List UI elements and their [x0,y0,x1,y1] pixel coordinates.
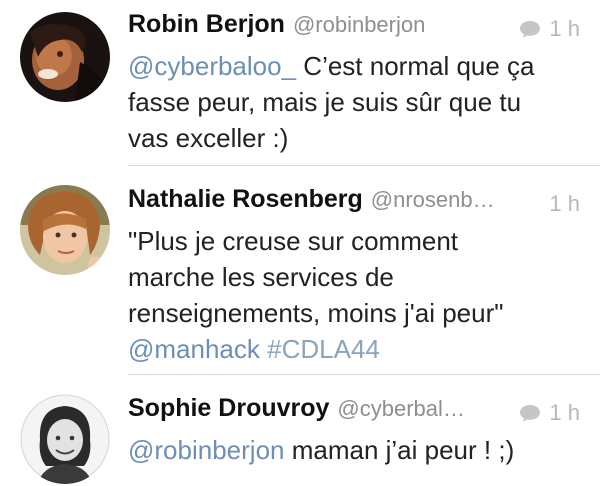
tweet-meta: 1 h [519,400,580,426]
author-name[interactable]: Sophie Drouvroy [128,394,329,423]
tweet-text-fragment: vas exceller :) [128,123,289,153]
tweet-item[interactable]: Nathalie Rosenberg @nrosenb… 1 h "Plus j… [0,185,600,365]
divider [128,374,600,375]
author-handle[interactable]: @nrosenb… [371,187,495,213]
tweet-header: Nathalie Rosenberg @nrosenb… [128,185,586,223]
tweet-text-fragment: marche les services de [128,262,394,292]
reply-icon[interactable] [519,20,541,38]
tweet-text-fragment: "Plus je creuse sur comment [128,226,459,256]
author-handle[interactable]: @cyberbal… [337,396,465,422]
author-name[interactable]: Robin Berjon [128,10,285,39]
tweet-time: 1 h [549,16,580,41]
tweet-body: Nathalie Rosenberg @nrosenb… 1 h "Plus j… [128,185,586,367]
tweet-text-fragment: fasse peur, mais je suis sûr que tu [128,87,522,117]
avatar-robin-icon [20,12,110,102]
tweet-meta: 1 h [549,191,580,217]
tweet-text: "Plus je creuse sur comment marche les se… [128,223,586,367]
hashtag-link[interactable]: #CDLA44 [267,334,380,364]
mention-link[interactable]: @robinberjon [128,435,284,465]
avatar[interactable] [20,394,110,484]
tweet-body: Sophie Drouvroy @cyberbal… 1 h @robinber… [128,394,586,468]
tweet-item[interactable]: Sophie Drouvroy @cyberbal… 1 h @robinber… [0,394,600,486]
tweet-time: 1 h [549,400,580,425]
mention-link[interactable]: @cyberbaloo_ [128,51,296,81]
avatar-nathalie-icon [20,185,110,275]
avatar[interactable] [20,185,110,275]
tweet-text: @robinberjon maman j’ai peur ! ;) [128,432,586,468]
avatar-sophie-icon [20,394,110,484]
tweet-text: @cyberbaloo_ C’est normal que ça fasse pe… [128,48,586,156]
tweet-text-fragment: maman j’ai peur ! ;) [284,435,515,465]
tweet-header: Robin Berjon @robinberjon [128,10,586,48]
divider [128,165,600,166]
tweet-item[interactable]: Robin Berjon @robinberjon 1 h @cyberbalo… [0,10,600,170]
tweet-text-fragment: C’est normal que ça [296,51,535,81]
tweet-timeline: Robin Berjon @robinberjon 1 h @cyberbalo… [0,0,600,486]
author-handle[interactable]: @robinberjon [293,12,425,38]
mention-link[interactable]: @manhack [128,334,260,364]
tweet-header: Sophie Drouvroy @cyberbal… [128,394,586,432]
tweet-text-fragment: renseignements, moins j'ai peur" [128,298,504,328]
tweet-body: Robin Berjon @robinberjon 1 h @cyberbalo… [128,10,586,156]
reply-icon[interactable] [519,404,541,422]
tweet-meta: 1 h [519,16,580,42]
author-name[interactable]: Nathalie Rosenberg [128,185,363,214]
tweet-time: 1 h [549,191,580,216]
avatar[interactable] [20,12,110,102]
